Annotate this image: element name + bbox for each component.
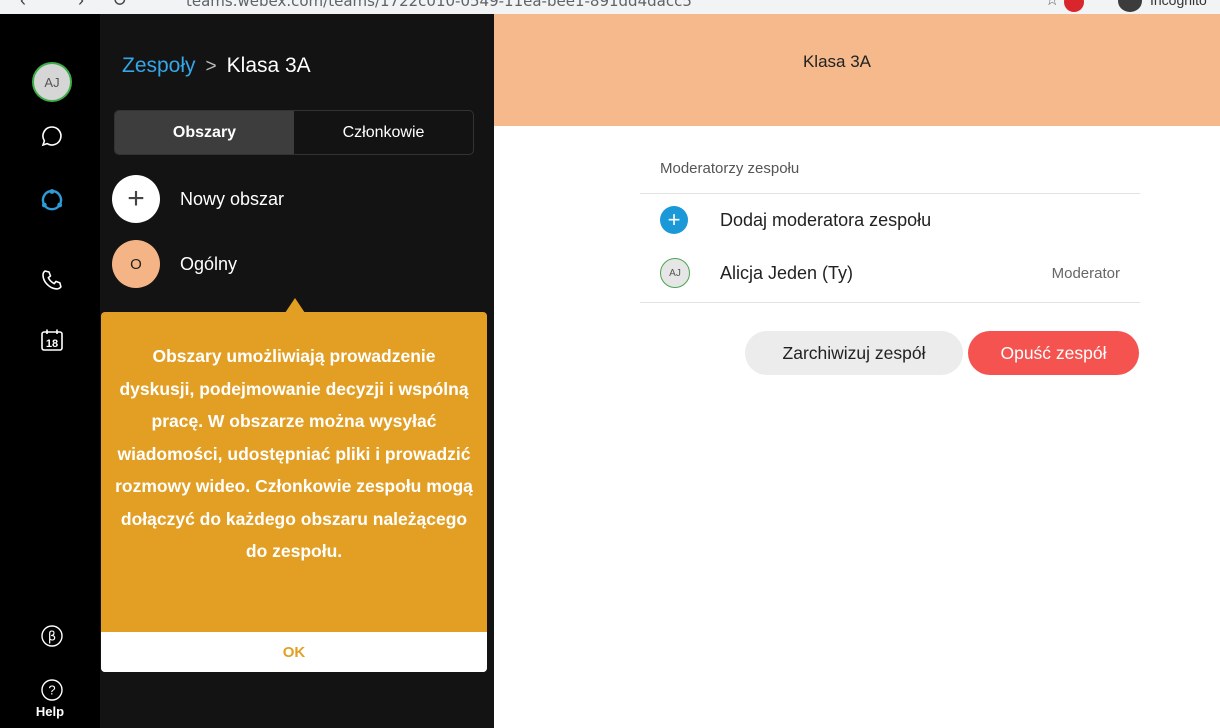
- new-space-label: Nowy obszar: [180, 188, 285, 209]
- divider: [640, 193, 1140, 194]
- chat-icon[interactable]: [36, 120, 68, 152]
- breadcrumb-teams-link[interactable]: Zespoły: [122, 54, 196, 77]
- team-header: Klasa 3A: [494, 14, 1220, 126]
- member-avatar: AJ: [660, 258, 690, 288]
- calendar-day: 18: [46, 338, 58, 350]
- phone-icon[interactable]: [36, 264, 68, 296]
- archive-team-button[interactable]: Zarchiwizuj zespół: [745, 331, 963, 375]
- tooltip-ok-button[interactable]: OK: [101, 632, 487, 672]
- new-space-item[interactable]: + Nowy obszar: [112, 175, 284, 223]
- tooltip-caret: [285, 298, 305, 313]
- member-role: Moderator: [1051, 264, 1120, 282]
- leave-team-button[interactable]: Opuść zespół: [968, 331, 1139, 375]
- space-avatar: O: [112, 240, 160, 288]
- space-label: Ogólny: [180, 253, 238, 274]
- tab-members[interactable]: Członkowie: [294, 111, 473, 154]
- tooltip-text: Obszary umożliwiają prowadzenie dyskusji…: [115, 346, 473, 561]
- beta-icon[interactable]: β: [36, 620, 68, 652]
- add-moderator-row[interactable]: + Dodaj moderatora zespołu: [660, 206, 1120, 234]
- help-icon[interactable]: ?: [36, 674, 68, 706]
- spaces-tooltip: Obszary umożliwiają prowadzenie dyskusji…: [101, 312, 487, 672]
- team-title: Klasa 3A: [802, 52, 872, 71]
- plus-icon: +: [112, 175, 160, 223]
- add-icon: +: [660, 206, 688, 234]
- avatar[interactable]: AJ: [32, 62, 72, 102]
- help-label[interactable]: Help: [0, 704, 100, 719]
- reload-icon[interactable]: ↻: [112, 0, 127, 11]
- moderator-row[interactable]: AJ Alicja Jeden (Ty) Moderator: [660, 258, 1120, 288]
- add-moderator-label: Dodaj moderatora zespołu: [720, 209, 932, 230]
- breadcrumb: Zespoły > Klasa 3A: [122, 54, 311, 78]
- breadcrumb-separator: >: [205, 56, 217, 77]
- nav-rail: AJ 18 β ? Help: [0, 14, 100, 728]
- svg-text:β: β: [48, 630, 56, 645]
- back-icon[interactable]: ‹: [20, 0, 26, 11]
- extension-icon[interactable]: [1064, 0, 1084, 12]
- forward-icon[interactable]: ›: [78, 0, 84, 11]
- incognito-icon[interactable]: [1118, 0, 1142, 12]
- space-item-general[interactable]: O Ogólny: [112, 240, 237, 288]
- incognito-label: Incognito: [1150, 0, 1207, 8]
- bookmark-star-icon[interactable]: ☆: [1045, 0, 1059, 10]
- tab-spaces[interactable]: Obszary: [115, 111, 294, 154]
- address-bar[interactable]: teams.webex.com/teams/1722c010-0549-11ea…: [186, 0, 692, 10]
- breadcrumb-current: Klasa 3A: [226, 54, 311, 77]
- calendar-icon[interactable]: 18: [36, 324, 68, 356]
- browser-toolbar: ‹ › ↻ teams.webex.com/teams/1722c010-054…: [0, 0, 1220, 14]
- teams-icon[interactable]: [36, 184, 68, 216]
- tab-bar: Obszary Członkowie: [114, 110, 474, 155]
- member-name: Alicja Jeden (Ty): [720, 262, 854, 283]
- moderators-section-label: Moderatorzy zespołu: [660, 160, 800, 177]
- divider: [640, 302, 1140, 303]
- svg-text:?: ?: [48, 683, 55, 698]
